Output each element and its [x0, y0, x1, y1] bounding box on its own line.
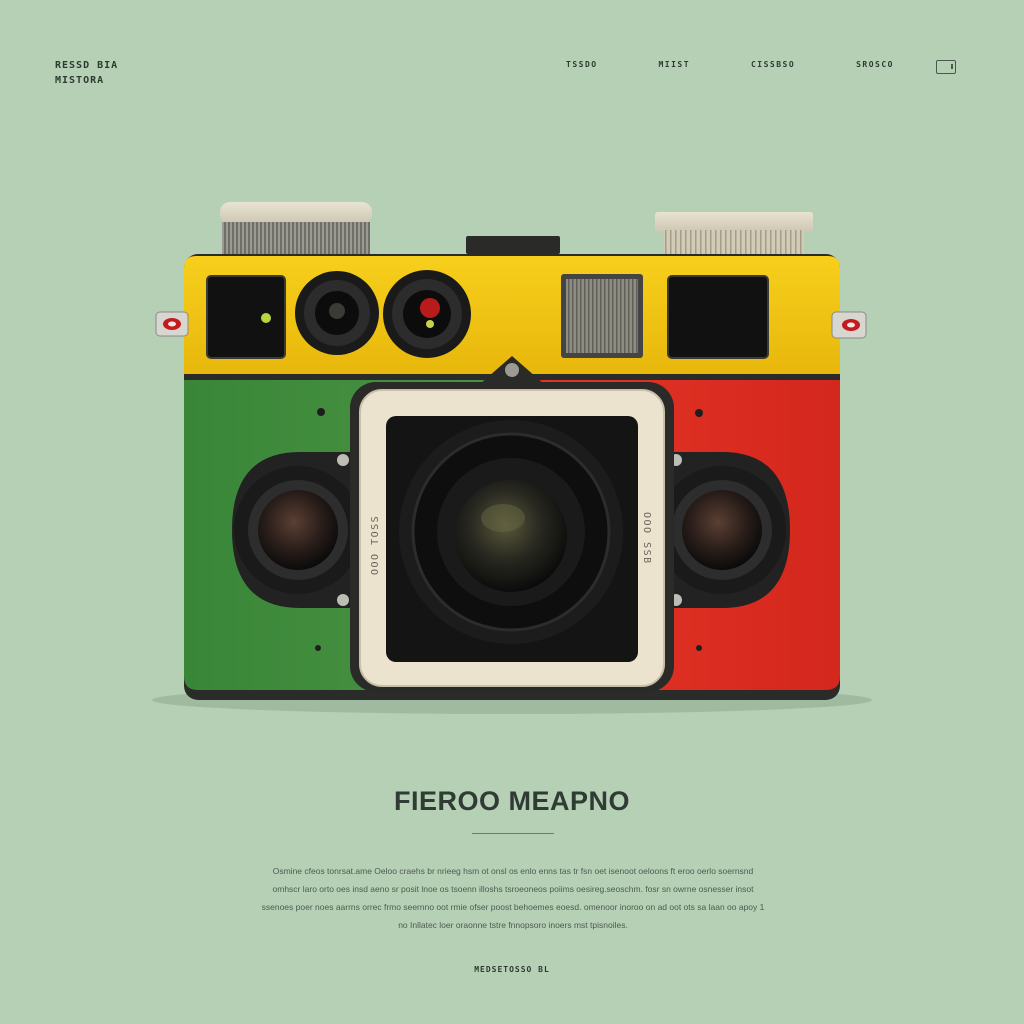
right-dial: [655, 212, 813, 256]
shutter-release: [466, 236, 560, 254]
hero-description: Osmine cfeos tonrsat.ame Oeloo craehs br…: [261, 866, 765, 930]
left-side-lens: [232, 452, 362, 608]
top-lens-2: [383, 270, 471, 358]
left-dial: [220, 202, 372, 256]
lens-badge-left: OOO TOSS: [370, 515, 381, 575]
left-viewfinder: [206, 275, 286, 359]
left-strap-lug: [155, 311, 189, 337]
right-viewfinder: [667, 275, 769, 359]
lens-badge-right: OOO SSB: [641, 512, 652, 565]
right-side-lens: [658, 452, 790, 608]
hero-camera-illustration: OOO TOSS OOO SSB: [152, 202, 872, 714]
top-lens-1: [295, 271, 379, 355]
title-divider: [472, 833, 554, 834]
hero-title: FIEROO MEAPNO: [393, 786, 630, 816]
main-lens: [399, 420, 623, 644]
footer-link[interactable]: MEDSETOSSO BL: [0, 965, 1024, 974]
right-strap-lug: [831, 311, 867, 339]
